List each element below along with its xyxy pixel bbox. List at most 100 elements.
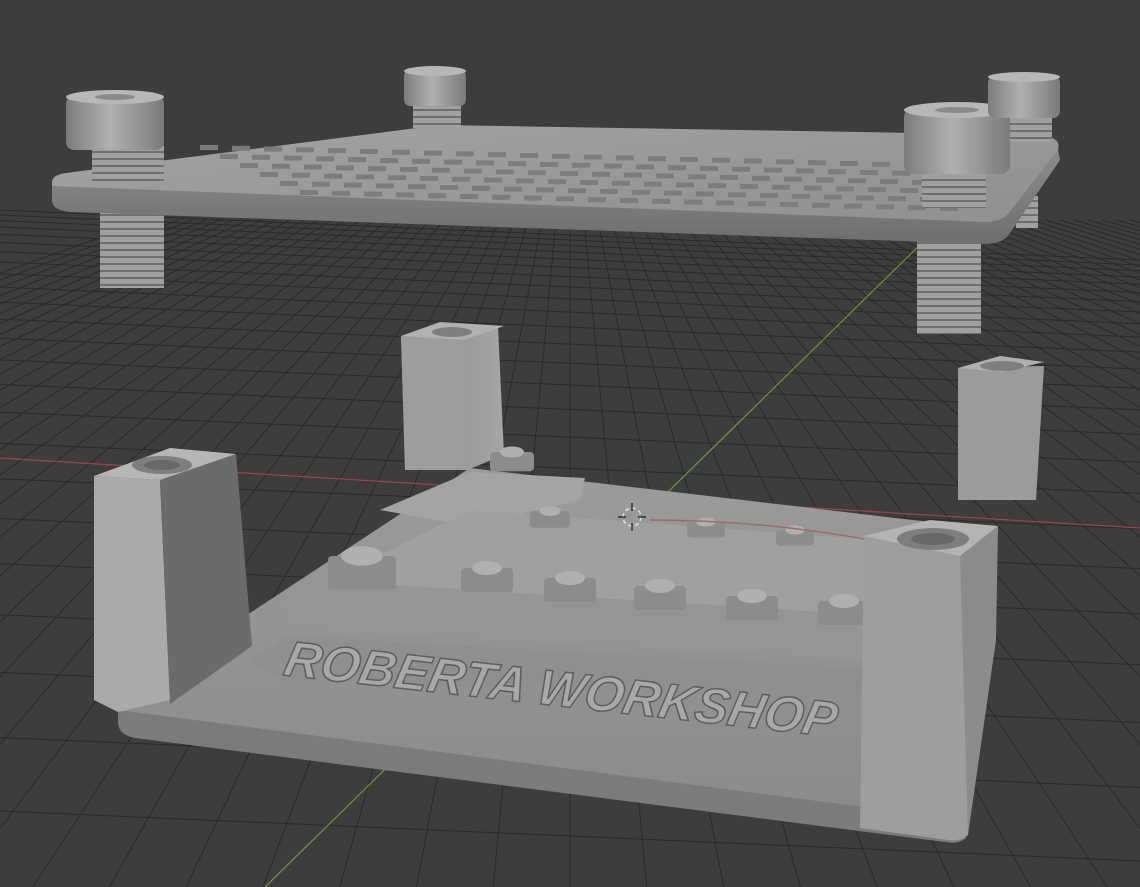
base-assembly[interactable]: ROBERTA WORKSHOP xyxy=(94,322,1044,843)
plate-hole xyxy=(476,160,494,166)
plate-hole xyxy=(888,196,906,202)
plate-hole xyxy=(632,189,650,195)
plate-hole xyxy=(304,164,322,170)
plate-hole xyxy=(356,174,374,180)
peg-cap xyxy=(645,579,675,593)
plate-hole xyxy=(336,165,354,171)
plate-hole xyxy=(360,149,378,154)
viewport-scene[interactable]: ROBERTA WORKSHOP xyxy=(0,0,1140,887)
plate-hole xyxy=(264,146,282,152)
plate-hole xyxy=(752,175,770,181)
plate-hole xyxy=(716,200,734,206)
plate-hole xyxy=(772,184,790,190)
plate-hole xyxy=(792,193,810,199)
plate-hole xyxy=(748,201,766,207)
post-back-right[interactable] xyxy=(958,356,1044,500)
plate-hole xyxy=(760,193,778,198)
plate-hole xyxy=(744,158,762,164)
plate-hole xyxy=(728,192,746,198)
plate-hole xyxy=(636,164,654,170)
plate-hole xyxy=(520,153,538,158)
plate-hole xyxy=(392,149,410,155)
plate-hole xyxy=(332,190,350,196)
plate-hole xyxy=(300,190,318,195)
plate-hole xyxy=(240,163,258,168)
plate-hole xyxy=(840,161,858,166)
plate-hole xyxy=(464,168,482,174)
plate-hole xyxy=(368,166,386,172)
plate-hole xyxy=(584,154,602,160)
screw-head-left[interactable] xyxy=(66,90,164,150)
plate-hole xyxy=(232,145,250,151)
plate-hole xyxy=(740,184,758,189)
peg-cap xyxy=(500,446,524,458)
plate-hole xyxy=(536,187,554,193)
peg-cap xyxy=(737,589,767,603)
plate-hole xyxy=(856,195,874,201)
plate-hole xyxy=(548,179,566,185)
plate-hole xyxy=(428,193,446,199)
plate-hole xyxy=(488,152,506,158)
plate-hole xyxy=(456,151,474,157)
plate-hole xyxy=(824,194,842,200)
plate-hole xyxy=(880,179,898,184)
plate-hole xyxy=(652,198,670,204)
plate-hole xyxy=(376,183,394,189)
plate-hole xyxy=(776,159,794,165)
plate-hole xyxy=(860,170,878,175)
plate-hole xyxy=(700,166,718,171)
plate-hole xyxy=(572,162,590,168)
plate-hole xyxy=(292,172,310,178)
screw-head-back-right[interactable] xyxy=(988,72,1060,118)
plate-hole xyxy=(220,154,238,159)
plate-hole xyxy=(708,183,726,189)
peg-cap xyxy=(341,546,383,566)
3d-viewport[interactable]: ROBERTA WORKSHOP xyxy=(0,0,1140,887)
plate-hole xyxy=(484,177,502,183)
plate-hole xyxy=(528,170,546,176)
post-back-left[interactable] xyxy=(401,322,504,470)
plate-hole xyxy=(620,198,638,203)
plate-hole xyxy=(604,163,622,169)
plate-hole xyxy=(412,158,430,164)
plate-hole xyxy=(312,181,330,187)
plate-hole xyxy=(876,204,894,210)
plate-hole xyxy=(812,202,830,208)
plate-hole xyxy=(688,174,706,180)
plate-hole xyxy=(496,169,514,175)
plate-hole xyxy=(600,189,618,194)
plate-hole xyxy=(444,159,462,165)
plate-hole xyxy=(804,185,822,191)
plate-hole xyxy=(780,202,798,207)
plate-hole xyxy=(644,181,662,187)
plate-hole xyxy=(808,160,826,166)
plate-hole xyxy=(556,196,574,202)
screw-shaft-left xyxy=(100,208,164,288)
plate-hole xyxy=(328,148,346,154)
screw-thread-left xyxy=(92,145,164,181)
plate-hole xyxy=(296,147,314,153)
plate-hole xyxy=(284,155,302,161)
plate-hole xyxy=(588,197,606,203)
plate-hole xyxy=(844,203,862,209)
plate-hole xyxy=(868,187,886,193)
top-plate-assembly[interactable] xyxy=(52,66,1060,334)
plate-hole xyxy=(420,176,438,181)
plate-hole xyxy=(344,182,362,188)
plate-hole xyxy=(508,161,526,167)
plate-hole xyxy=(656,173,674,179)
peg-cap xyxy=(555,571,585,585)
peg-cap xyxy=(829,594,859,608)
screw-head-back[interactable] xyxy=(404,66,466,106)
plate-hole xyxy=(680,157,698,162)
plate-hole xyxy=(260,172,278,177)
plate-hole xyxy=(568,188,586,194)
plate-hole xyxy=(668,165,686,171)
plate-hole xyxy=(684,199,702,205)
plate-hole xyxy=(364,191,382,197)
plate-hole xyxy=(676,182,694,188)
plate-hole xyxy=(828,169,846,175)
peg-cap xyxy=(472,561,502,575)
plate-hole xyxy=(732,166,750,172)
peg-cap xyxy=(539,506,561,516)
